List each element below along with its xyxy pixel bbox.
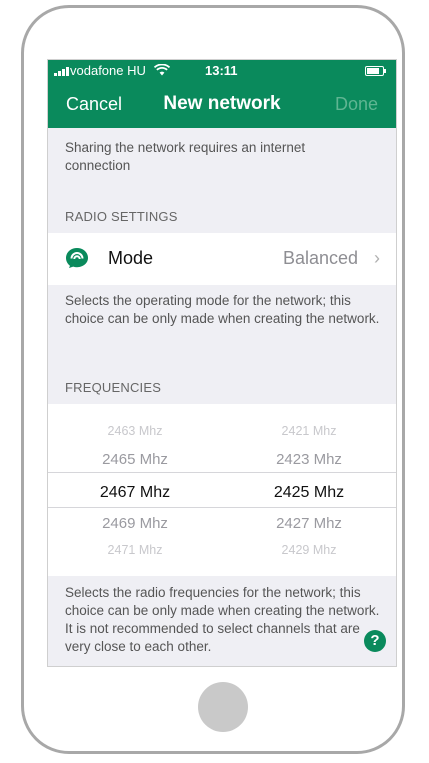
frequencies-description: Selects the radio frequencies for the ne… (65, 585, 380, 654)
frequencies-header: FREQUENCIES (65, 380, 162, 395)
frequency-option[interactable]: 2465 Mhz (48, 451, 222, 468)
battery-icon (365, 66, 386, 76)
frequency-column-left[interactable]: 2463 Mhz 2465 Mhz 2467 Mhz 2469 Mhz 2471… (48, 404, 222, 576)
frequency-column-right[interactable]: 2421 Mhz 2423 Mhz 2425 Mhz 2427 Mhz 2429… (222, 404, 396, 576)
chevron-right-icon: › (374, 248, 380, 268)
wifi-icon (154, 64, 170, 76)
mode-label: Mode (108, 248, 154, 268)
mode-row[interactable]: Mode Balanced › (48, 233, 396, 285)
sharing-note: Sharing the network requires an internet… (65, 140, 306, 173)
frequency-option[interactable]: 2427 Mhz (222, 515, 396, 532)
frequency-option[interactable]: 2469 Mhz (48, 515, 222, 532)
home-button[interactable] (198, 682, 248, 732)
cancel-button[interactable]: Cancel (66, 94, 122, 115)
frequency-option-selected[interactable]: 2425 Mhz (222, 484, 396, 502)
frequency-option[interactable]: 2463 Mhz (48, 424, 222, 438)
frequency-option[interactable]: 2471 Mhz (48, 543, 222, 557)
help-button[interactable]: ? (364, 630, 386, 652)
done-button[interactable]: Done (335, 94, 378, 115)
frequency-option[interactable]: 2423 Mhz (222, 451, 396, 468)
app-screen: vodafone HU 13:11 Cancel New network Don… (47, 59, 397, 667)
frequency-picker[interactable]: 2463 Mhz 2465 Mhz 2467 Mhz 2469 Mhz 2471… (48, 404, 396, 576)
frequency-option[interactable]: 2421 Mhz (222, 424, 396, 438)
frequency-option[interactable]: 2429 Mhz (222, 543, 396, 557)
app-header: vodafone HU 13:11 Cancel New network Don… (48, 60, 396, 128)
navigation-bar: Cancel New network Done (48, 82, 396, 128)
mode-description: Selects the operating mode for the netwo… (65, 293, 380, 326)
mode-value: Balanced (282, 248, 358, 268)
mode-icon (66, 248, 88, 268)
frequency-option-selected[interactable]: 2467 Mhz (48, 484, 222, 502)
carrier-name: vodafone HU (70, 63, 146, 78)
signal-icon (54, 67, 69, 76)
status-time: 13:11 (205, 63, 238, 78)
status-bar: vodafone HU 13:11 (48, 60, 396, 82)
radio-settings-header: RADIO SETTINGS (65, 209, 178, 224)
